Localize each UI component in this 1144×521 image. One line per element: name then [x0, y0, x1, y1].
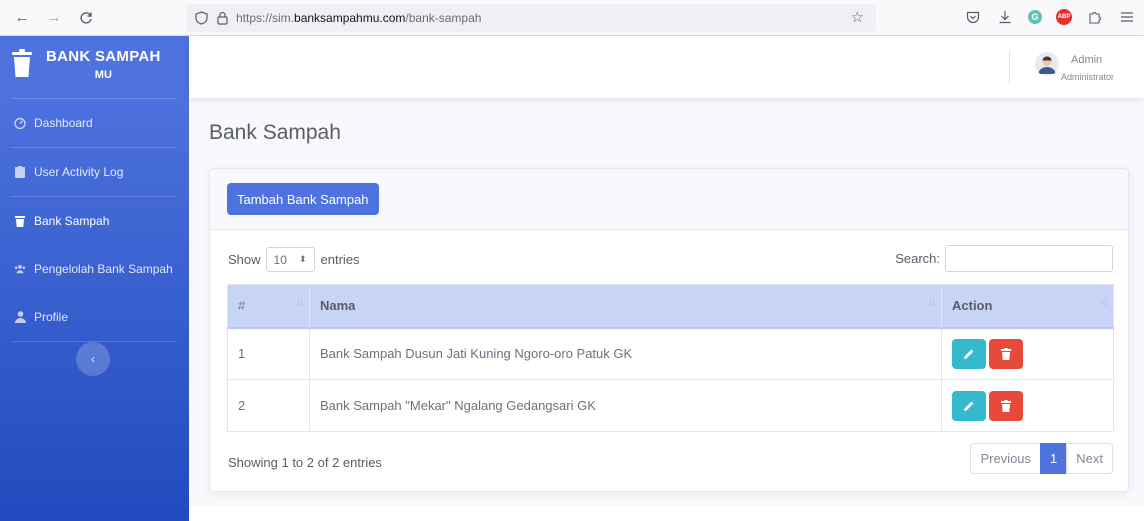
clipboard-icon	[14, 166, 26, 178]
column-header-label: Action	[952, 298, 993, 314]
trash-bin-logo-icon	[12, 48, 32, 78]
url-path: /bank-sampah	[405, 11, 482, 25]
pencil-icon	[964, 349, 974, 359]
sidebar-item-dashboard[interactable]: Dashboard	[0, 99, 189, 147]
browser-toolbar: ← → https://sim.banksampahmu.com/bank-sa…	[0, 0, 1144, 36]
sort-updown-icon: ⬍	[298, 254, 307, 264]
entries-length-control: Show 10 ⬍ entries	[228, 247, 360, 272]
entries-value: 10	[273, 252, 287, 267]
sort-arrows-icon: ↑↓	[1100, 297, 1108, 307]
url-bar[interactable]: https://sim.banksampahmu.com/bank-sampah…	[186, 4, 876, 32]
table-info: Showing 1 to 2 of 2 entries	[228, 455, 382, 470]
pagination-previous[interactable]: Previous	[970, 443, 1042, 474]
browser-extensions: G ABP	[964, 8, 1136, 26]
pagination-page-1[interactable]: 1	[1040, 443, 1068, 474]
row-actions	[941, 379, 1114, 432]
sort-arrows-icon: ↑↓	[928, 297, 936, 307]
edit-button[interactable]	[952, 390, 986, 421]
user-role: Administrator	[1061, 72, 1115, 82]
row-actions	[941, 327, 1114, 380]
bank-sampah-card: Tambah Bank Sampah Show 10 ⬍ entries Sea…	[209, 168, 1129, 492]
bank-sampah-table: # ↑↓ Nama ↑↓ Action ↑↓ 1 Bank Sampah Dusun …	[227, 284, 1114, 432]
sidebar-item-label: Pengelolah Bank Sampah	[34, 262, 173, 276]
sidebar-item-profile[interactable]: Profile	[0, 293, 189, 341]
column-header-nama[interactable]: Nama ↑↓	[309, 284, 942, 329]
sidebar-item-bank-sampah[interactable]: Bank Sampah	[0, 197, 189, 245]
topbar-divider	[1009, 50, 1010, 84]
users-icon	[14, 263, 26, 275]
topbar: Admin Administrator	[189, 36, 1144, 98]
extensions-puzzle-icon[interactable]	[1086, 8, 1104, 26]
trash-icon	[1001, 399, 1011, 412]
trash-icon	[1001, 347, 1011, 360]
sidebar-brand[interactable]: BANK SAMPAH MU	[0, 36, 189, 98]
entries-select[interactable]: 10 ⬍	[265, 247, 315, 272]
back-arrow-icon[interactable]: ←	[12, 8, 32, 28]
user-icon	[14, 311, 26, 323]
column-header-label: #	[238, 298, 246, 314]
user-name[interactable]: Admin	[1071, 54, 1102, 66]
bookmark-star-icon[interactable]: ☆	[851, 10, 864, 26]
pencil-icon	[964, 401, 974, 411]
lock-icon[interactable]	[216, 11, 228, 25]
delete-button[interactable]	[989, 338, 1023, 369]
column-header-number[interactable]: # ↑↓	[227, 284, 310, 329]
download-icon[interactable]	[996, 8, 1014, 26]
adblock-icon[interactable]: ABP	[1056, 9, 1072, 25]
footer	[189, 506, 1144, 521]
sidebar-toggle-button[interactable]: ‹	[76, 342, 110, 376]
card-header: Tambah Bank Sampah	[210, 169, 1128, 230]
url-prefix: https://sim.	[236, 11, 295, 25]
brand-line1: BANK SAMPAH	[46, 48, 161, 65]
sidebar: BANK SAMPAH MU Dashboard User Activity L…	[0, 36, 189, 521]
add-bank-sampah-button[interactable]: Tambah Bank Sampah	[227, 183, 379, 215]
dashboard-icon	[14, 117, 26, 129]
pocket-icon[interactable]	[964, 8, 982, 26]
row-nama: Bank Sampah "Mekar" Ngalang Gedangsari G…	[309, 379, 942, 432]
row-nama: Bank Sampah Dusun Jati Kuning Ngoro-oro …	[309, 327, 942, 380]
sidebar-item-label: User Activity Log	[34, 165, 124, 179]
url-text: https://sim.banksampahmu.com/bank-sampah	[236, 11, 481, 25]
search-control: Search:	[895, 245, 1113, 272]
column-header-label: Nama	[320, 298, 356, 314]
column-header-action[interactable]: Action ↑↓	[941, 284, 1114, 329]
forward-arrow-icon[interactable]: →	[44, 8, 64, 28]
edit-button[interactable]	[952, 338, 986, 369]
brand-line2: MU	[94, 69, 112, 81]
sidebar-item-label: Bank Sampah	[34, 214, 110, 228]
delete-button[interactable]	[989, 390, 1023, 421]
sidebar-item-pengelolah-bank-sampah[interactable]: Pengelolah Bank Sampah	[0, 245, 189, 293]
pagination: Previous 1 Next	[970, 443, 1113, 474]
entries-label: entries	[320, 252, 360, 267]
sidebar-item-label: Profile	[34, 310, 69, 324]
pagination-next[interactable]: Next	[1066, 443, 1113, 474]
trash-icon	[14, 215, 26, 227]
sidebar-item-user-activity-log[interactable]: User Activity Log	[0, 148, 189, 196]
sort-arrows-icon: ↑↓	[296, 297, 304, 307]
extension-g-icon[interactable]: G	[1028, 10, 1042, 24]
search-input[interactable]	[945, 245, 1113, 272]
table-row: 1 Bank Sampah Dusun Jati Kuning Ngoro-or…	[227, 327, 1114, 380]
table-header-row: # ↑↓ Nama ↑↓ Action ↑↓	[227, 284, 1114, 329]
row-number: 1	[227, 327, 310, 380]
url-host: banksampahmu.com	[294, 11, 406, 25]
brand-name: BANK SAMPAH MU	[46, 48, 161, 84]
page-title: Bank Sampah	[209, 121, 341, 144]
menu-hamburger-icon[interactable]	[1118, 8, 1136, 26]
sidebar-item-label: Dashboard	[34, 116, 93, 130]
shield-icon[interactable]	[194, 11, 208, 25]
search-label: Search:	[895, 251, 940, 266]
chevron-left-icon: ‹	[91, 352, 95, 366]
reload-icon[interactable]	[76, 8, 96, 28]
show-label: Show	[228, 252, 261, 267]
row-number: 2	[227, 379, 310, 432]
table-row: 2 Bank Sampah "Mekar" Ngalang Gedangsari…	[227, 379, 1114, 432]
avatar[interactable]	[1035, 52, 1059, 76]
